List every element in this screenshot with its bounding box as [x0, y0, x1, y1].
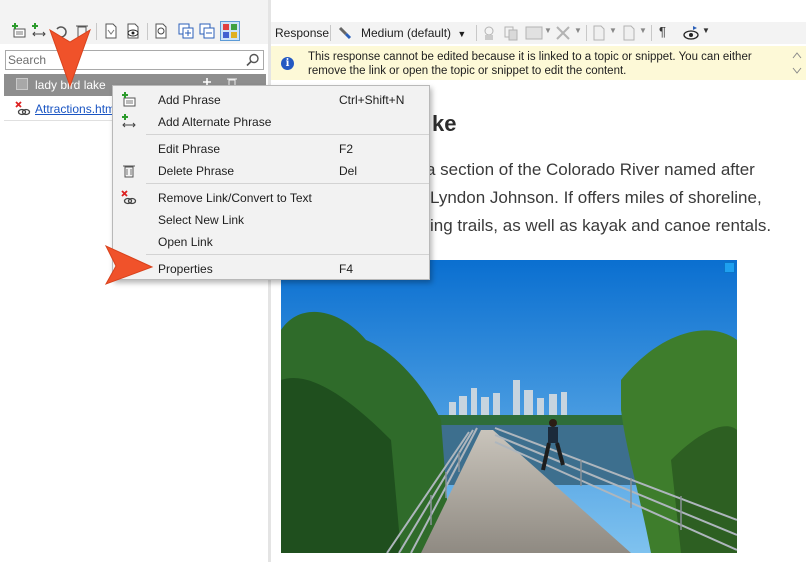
menu-item-shortcut: F2: [339, 142, 354, 156]
document-icon[interactable]: [103, 23, 119, 39]
insert-text-icon[interactable]: [621, 25, 637, 41]
show-formatting-icon[interactable]: ¶: [659, 24, 666, 39]
chevron-down-icon[interactable]: ▼: [639, 26, 647, 35]
info-icon: i: [281, 57, 294, 70]
menu-separator: [146, 183, 429, 184]
menu-item-select-new-link[interactable]: Select New Link: [113, 209, 429, 231]
remove-link-icon: [121, 190, 137, 205]
style-brush-icon[interactable]: [337, 25, 353, 41]
copy-icon[interactable]: [503, 25, 519, 41]
toolbar-separator: [651, 25, 652, 41]
toolbar-separator: [96, 23, 97, 40]
info-scrollbar[interactable]: [789, 46, 806, 80]
editor-toolbar: Response Medium (default) ▼ ▼ ▼ ▼ ▼ ¶ ▼: [271, 22, 806, 44]
menu-item-shortcut: Ctrl+Shift+N: [339, 93, 405, 107]
search-icon[interactable]: [246, 53, 260, 67]
document-text-line[interactable]: Lyndon Johnson. If offers miles of shore…: [430, 188, 762, 208]
image-resize-handle[interactable]: [724, 262, 735, 273]
document-text-line[interactable]: ing trails, as well as kayak and canoe r…: [430, 216, 771, 236]
expand-all-icon[interactable]: [178, 23, 194, 39]
menu-item-add-phrase[interactable]: Add Phrase Ctrl+Shift+N: [113, 89, 429, 111]
color-grid-icon: [223, 24, 237, 38]
chevron-down-icon[interactable]: ▼: [574, 26, 582, 35]
menu-item-edit-phrase[interactable]: Edit Phrase F2: [113, 138, 429, 160]
annotation-arrow-down-icon: [49, 28, 91, 88]
menu-separator: [146, 254, 429, 255]
toolbar-separator: [147, 23, 148, 40]
context-menu: Add Phrase Ctrl+Shift+N Add Alternate Ph…: [112, 85, 430, 280]
annotation-arrow-right-icon: [104, 244, 154, 285]
style-dropdown[interactable]: Medium (default) ▼: [361, 26, 466, 40]
menu-item-delete-phrase[interactable]: Delete Phrase Del: [113, 160, 429, 182]
find-icon[interactable]: [153, 23, 169, 39]
menu-item-shortcut: F4: [339, 262, 354, 276]
cut-icon[interactable]: [481, 25, 497, 41]
menu-item-properties[interactable]: Properties F4: [113, 258, 429, 280]
menu-item-shortcut: Del: [339, 164, 358, 178]
menu-item-label: Delete Phrase: [158, 164, 235, 178]
toolbar-separator: [586, 25, 587, 41]
boardwalk-photo[interactable]: [281, 260, 737, 553]
menu-item-label: Properties: [158, 262, 213, 276]
collapse-all-icon[interactable]: [199, 23, 215, 39]
search-input[interactable]: [8, 52, 238, 68]
menu-item-label: Select New Link: [158, 213, 245, 227]
chevron-down-icon[interactable]: ▼: [702, 26, 710, 35]
preview-eye-icon[interactable]: [682, 24, 700, 42]
phrase-checkbox[interactable]: [16, 78, 28, 90]
table-icon[interactable]: [555, 25, 571, 41]
chevron-down-icon[interactable]: ▼: [544, 26, 552, 35]
insert-document-icon[interactable]: [591, 25, 607, 41]
chevron-down-icon[interactable]: [792, 67, 802, 75]
chevron-down-icon: ▼: [457, 29, 467, 39]
remove-link-icon[interactable]: [15, 101, 31, 117]
menu-item-open-link[interactable]: Open Link: [113, 231, 429, 253]
toolbar-separator: [330, 25, 331, 41]
menu-separator: [146, 134, 429, 135]
chevron-up-icon[interactable]: [792, 51, 802, 59]
toolbar-separator: [476, 25, 477, 41]
color-grid-toggle[interactable]: [220, 21, 240, 41]
response-label: Response: [275, 26, 330, 40]
preview-eye-icon[interactable]: [125, 23, 141, 39]
image-icon[interactable]: [525, 25, 543, 41]
style-dropdown-value: Medium (default): [361, 26, 452, 40]
add-phrase-icon: [122, 92, 136, 107]
menu-item-label: Add Alternate Phrase: [158, 115, 272, 129]
menu-item-add-alternate-phrase[interactable]: Add Alternate Phrase: [113, 111, 429, 133]
menu-item-label: Add Phrase: [158, 93, 221, 107]
document-text-line[interactable]: a section of the Colorado River named af…: [426, 160, 755, 180]
link-target[interactable]: Attractions.htm: [35, 102, 115, 116]
menu-item-label: Open Link: [158, 235, 213, 249]
add-alternate-phrase-icon: [122, 114, 136, 128]
menu-item-label: Edit Phrase: [158, 142, 221, 156]
menu-item-label: Remove Link/Convert to Text: [158, 191, 312, 205]
trash-icon: [123, 165, 135, 178]
chevron-down-icon[interactable]: ▼: [609, 26, 617, 35]
add-alternate-phrase-icon[interactable]: [31, 23, 47, 39]
info-message: This response cannot be edited because i…: [308, 51, 752, 77]
document-heading[interactable]: ke: [432, 111, 456, 137]
menu-item-remove-link[interactable]: Remove Link/Convert to Text: [113, 187, 429, 209]
left-toolbar: [0, 0, 268, 44]
search-box: [5, 50, 264, 70]
info-bar: i This response cannot be edited because…: [271, 46, 789, 80]
add-phrase-icon[interactable]: [11, 23, 27, 39]
